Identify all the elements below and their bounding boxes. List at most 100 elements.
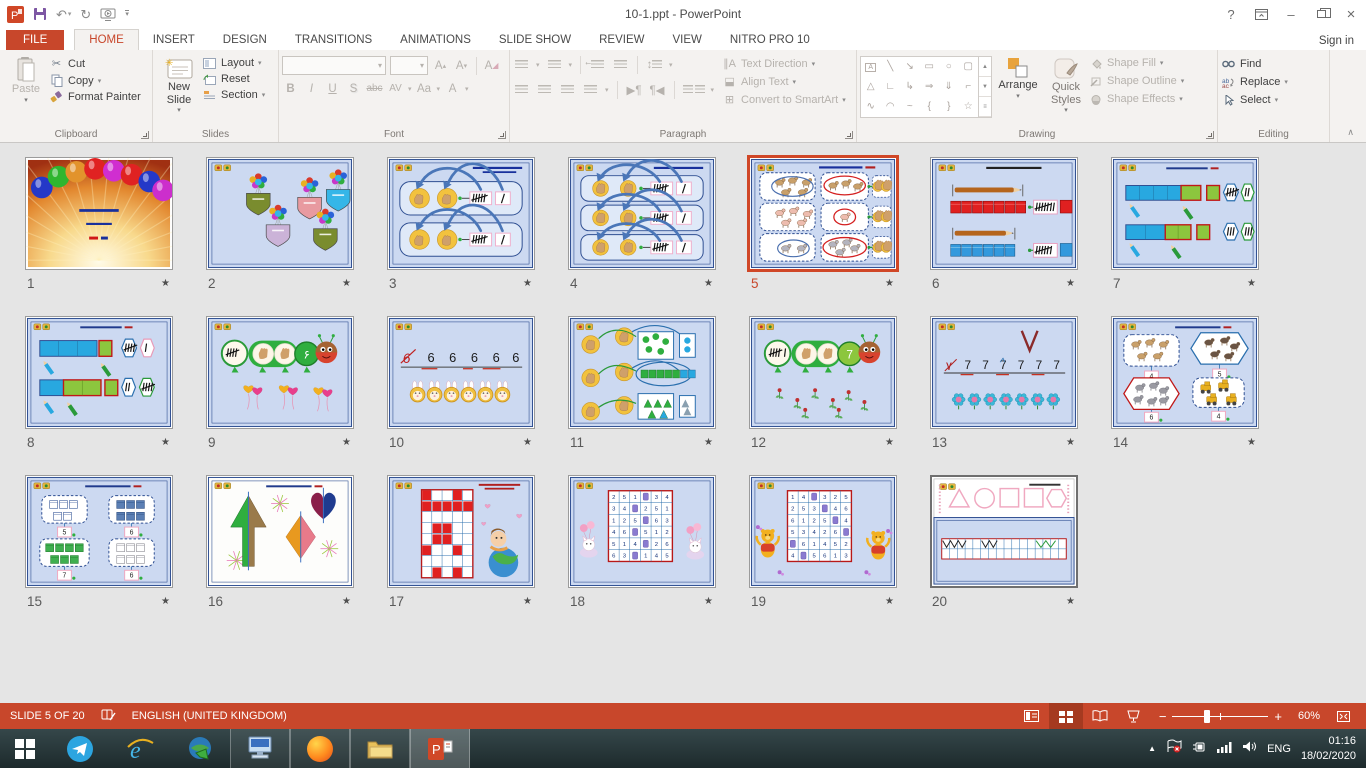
taskbar-idm-icon[interactable]: [170, 729, 230, 768]
normal-view-icon[interactable]: [1015, 703, 1049, 729]
shape-elbow-icon[interactable]: ∟: [885, 82, 895, 92]
shape-rounded-rectangle-icon[interactable]: ▢: [964, 62, 973, 72]
clear-formatting-icon[interactable]: A◢: [483, 57, 500, 74]
cut-button[interactable]: ✂Cut: [49, 57, 141, 70]
zoom-out-icon[interactable]: −: [1159, 709, 1167, 724]
taskbar-internet-explorer-icon[interactable]: e: [110, 729, 170, 768]
font-color-icon[interactable]: A: [444, 80, 461, 97]
shape-star-icon[interactable]: ☆: [964, 102, 973, 112]
slide-thumbnail-19[interactable]: 143252534661254534266145245613: [749, 475, 897, 588]
shapes-scroll-down-icon[interactable]: ▼: [979, 77, 991, 97]
line-spacing-icon[interactable]: ↕: [646, 57, 663, 74]
text-direction-button[interactable]: ∥AText Direction▾: [722, 57, 846, 70]
tab-animations[interactable]: ANIMATIONS: [386, 30, 485, 50]
decrease-indent-icon[interactable]: ⃖: [589, 57, 606, 74]
slide-thumbnail-15[interactable]: 5676: [25, 475, 173, 588]
slide-thumbnail-1[interactable]: [25, 157, 173, 270]
columns-icon[interactable]: [683, 82, 705, 99]
slide-thumbnail-18[interactable]: 251343425112563465125142663145: [568, 475, 716, 588]
tab-nitro-pro-10[interactable]: NITRO PRO 10: [716, 30, 824, 50]
zoom-slider-handle[interactable]: [1204, 710, 1210, 723]
shapes-scroll-up-icon[interactable]: ▲: [979, 57, 991, 77]
font-name-combo[interactable]: ▾: [282, 56, 386, 75]
show-hidden-icons-icon[interactable]: ▲: [1148, 744, 1156, 753]
zoom-percentage[interactable]: 60%: [1288, 710, 1320, 722]
slide-sorter-canvas[interactable]: 1★2★3★4★5★6★7★8★۶9★66666610★11★712★۷7777…: [0, 143, 1366, 703]
replace-button[interactable]: abacReplace▾: [1221, 76, 1288, 88]
shape-left-brace-icon[interactable]: {: [928, 102, 931, 112]
fit-to-window-icon[interactable]: [1326, 703, 1360, 729]
sign-in-link[interactable]: Sign in: [1319, 35, 1354, 47]
slide-thumbnail-10[interactable]: 666666: [387, 316, 535, 429]
strikethrough-icon[interactable]: abc: [366, 80, 383, 97]
action-center-icon[interactable]: [1166, 739, 1182, 758]
slide-thumbnail-14[interactable]: 4564: [1111, 316, 1259, 429]
rtl-text-icon[interactable]: ¶◀: [649, 82, 666, 99]
shape-curve-icon[interactable]: ~: [907, 102, 913, 112]
tab-file[interactable]: FILE: [6, 30, 64, 50]
copy-button[interactable]: Copy▾: [49, 74, 141, 87]
increase-font-size-icon[interactable]: A▴: [432, 57, 449, 74]
bold-icon[interactable]: B: [282, 80, 299, 97]
slide-thumbnail-7[interactable]: [1111, 157, 1259, 270]
start-from-beginning-icon[interactable]: [100, 8, 116, 21]
slide-thumbnail-3[interactable]: [387, 157, 535, 270]
shape-scribble-icon[interactable]: ∿: [867, 102, 875, 112]
ribbon-display-options-icon[interactable]: [1246, 2, 1276, 26]
paragraph-dialog-launcher-icon[interactable]: [845, 131, 853, 139]
slideshow-view-icon[interactable]: [1117, 703, 1151, 729]
align-right-icon[interactable]: [559, 82, 576, 99]
slide-thumbnail-8[interactable]: [25, 316, 173, 429]
powerpoint-logo-icon[interactable]: P: [7, 6, 24, 23]
find-button[interactable]: Find: [1221, 58, 1288, 70]
slide-thumbnail-6[interactable]: [930, 157, 1078, 270]
tab-transitions[interactable]: TRANSITIONS: [281, 30, 386, 50]
slide-thumbnail-5[interactable]: [749, 157, 897, 270]
align-text-button[interactable]: ⬓Align Text▾: [722, 75, 846, 88]
slide-thumbnail-9[interactable]: ۶: [206, 316, 354, 429]
shape-textbox-icon[interactable]: A: [865, 63, 876, 72]
slide-thumbnail-4[interactable]: [568, 157, 716, 270]
taskbar-onscreen-keyboard-icon[interactable]: [230, 729, 290, 768]
tab-home[interactable]: HOME: [74, 29, 139, 50]
reading-view-icon[interactable]: [1083, 703, 1117, 729]
ltr-text-icon[interactable]: ▶¶: [626, 82, 643, 99]
slide-thumbnail-11[interactable]: [568, 316, 716, 429]
qat-customize-icon[interactable]: ▾: [125, 10, 129, 18]
justify-icon[interactable]: [582, 82, 599, 99]
text-shadow-icon[interactable]: S: [345, 80, 362, 97]
shape-rectangle-icon[interactable]: ▭: [925, 62, 934, 72]
reset-button[interactable]: Reset: [202, 73, 265, 85]
taskbar-firefox-icon[interactable]: [290, 729, 350, 768]
restore-button[interactable]: [1306, 2, 1336, 26]
tab-review[interactable]: REVIEW: [585, 30, 658, 50]
tab-slide-show[interactable]: SLIDE SHOW: [485, 30, 585, 50]
italic-icon[interactable]: I: [303, 80, 320, 97]
undo-icon[interactable]: ↶▾: [56, 8, 71, 21]
layout-button[interactable]: Layout▾: [202, 57, 265, 69]
select-button[interactable]: Select▾: [1221, 94, 1288, 106]
align-left-icon[interactable]: [513, 82, 530, 99]
shape-right-arrow-icon[interactable]: ⇒: [925, 82, 933, 92]
section-button[interactable]: Section▾: [202, 89, 265, 101]
font-size-combo[interactable]: ▾: [390, 56, 428, 75]
close-button[interactable]: ×: [1336, 2, 1366, 26]
tab-view[interactable]: VIEW: [658, 30, 715, 50]
shape-oval-icon[interactable]: ○: [946, 62, 952, 72]
drawing-dialog-launcher-icon[interactable]: [1206, 131, 1214, 139]
zoom-in-icon[interactable]: +: [1274, 709, 1282, 724]
volume-icon[interactable]: [1242, 740, 1257, 758]
zoom-slider[interactable]: [1172, 703, 1268, 729]
spellcheck-icon[interactable]: [101, 708, 116, 724]
increase-indent-icon[interactable]: [612, 57, 629, 74]
slide-sorter-view-icon[interactable]: [1049, 703, 1083, 729]
align-center-icon[interactable]: [536, 82, 553, 99]
tab-insert[interactable]: INSERT: [139, 30, 209, 50]
help-icon[interactable]: ?: [1216, 2, 1246, 26]
slide-thumbnail-13[interactable]: ۷777777: [930, 316, 1078, 429]
font-dialog-launcher-icon[interactable]: [498, 131, 506, 139]
slide-thumbnail-2[interactable]: [206, 157, 354, 270]
shape-effects-button[interactable]: Shape Effects▾: [1088, 93, 1184, 105]
paste-button[interactable]: Paste▾: [3, 54, 49, 108]
shape-arrow-icon[interactable]: ↘: [906, 62, 914, 72]
